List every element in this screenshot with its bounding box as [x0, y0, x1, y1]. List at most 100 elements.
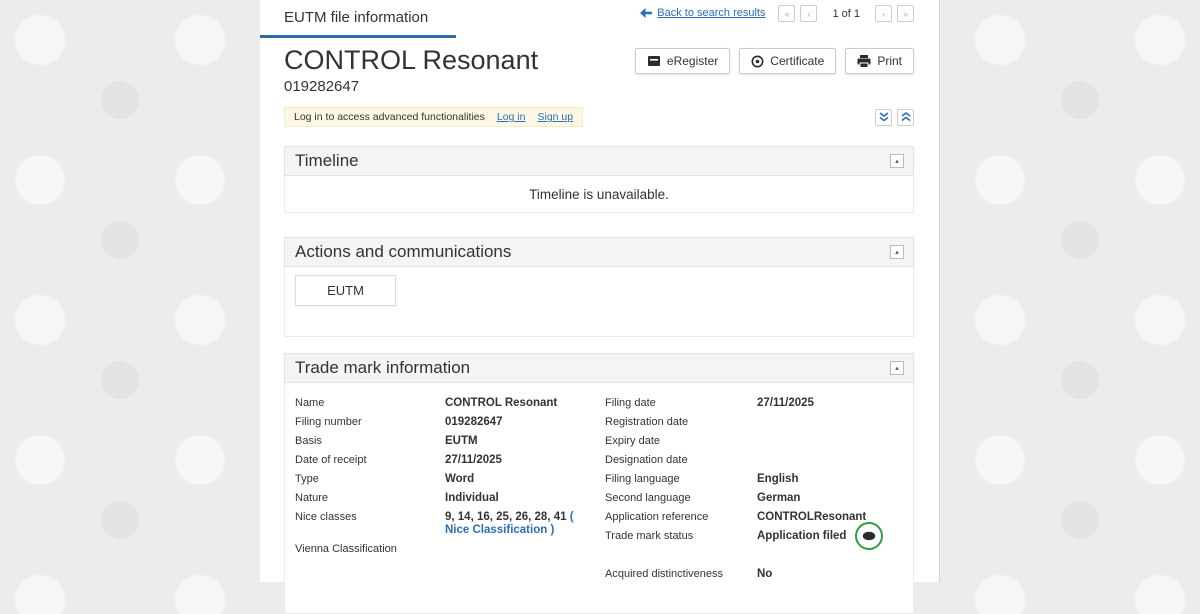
expand-all-button[interactable] [897, 108, 914, 126]
info-label: Filing date [605, 397, 656, 409]
next-page-icon: › [882, 8, 885, 19]
info-label: Basis [295, 435, 322, 447]
last-page-button[interactable]: » [897, 5, 914, 22]
info-row: Registration date [605, 416, 903, 429]
title-row: CONTROL Resonant 019282647 eRegister Cer… [260, 38, 939, 95]
info-row: Vienna Classification [295, 543, 599, 556]
back-to-search-link[interactable]: Back to search results [640, 7, 765, 19]
info-label: Filing language [605, 473, 680, 485]
info-label: Registration date [605, 416, 689, 428]
eregister-icon [647, 56, 660, 66]
print-icon [857, 54, 871, 68]
info-row: Acquired distinctiveness No [605, 568, 903, 581]
double-chevron-up-icon [901, 112, 910, 122]
info-value: Individual [445, 492, 499, 504]
info-row: Nice classes 9, 14, 16, 25, 26, 28, 41 (… [295, 511, 599, 537]
tab-eutm-file-information[interactable]: EUTM file information [260, 0, 456, 38]
info-label: Expiry date [605, 435, 661, 447]
print-button[interactable]: Print [845, 48, 914, 74]
info-row: Date of receipt 27/11/2025 [295, 454, 599, 467]
eregister-button[interactable]: eRegister [634, 48, 731, 74]
trademark-left-column: Name CONTROL Resonant Filing number 0192… [295, 397, 605, 587]
eutm-tab-button[interactable]: EUTM [295, 275, 396, 306]
info-value: Word [445, 473, 475, 485]
info-value: 27/11/2025 [445, 454, 502, 466]
next-page-button[interactable]: › [875, 5, 892, 22]
info-row: Filing language English [605, 473, 903, 486]
trademark-body: Name CONTROL Resonant Filing number 0192… [284, 383, 914, 614]
top-actions: Back to search results « ‹ 1 of 1 › » [456, 0, 939, 38]
info-row: Filing number 019282647 [295, 416, 599, 429]
actions-section: Actions and communications ▴ EUTM [284, 237, 914, 337]
info-row: Trade mark status Application filed [605, 522, 903, 550]
info-value: CONTROLResonant [757, 511, 867, 523]
header-buttons: eRegister Certificate Print [634, 48, 914, 74]
certificate-icon [751, 55, 764, 67]
info-row: Filing date 27/11/2025 [605, 397, 903, 410]
info-value: 019282647 [445, 416, 503, 428]
info-row [605, 549, 903, 562]
signup-link[interactable]: Sign up [537, 111, 573, 123]
timeline-collapse-button[interactable]: ▴ [890, 154, 904, 168]
actions-section-title: Actions and communications [295, 242, 512, 261]
collapse-icon: ▴ [895, 157, 899, 165]
page-title: CONTROL Resonant [284, 45, 539, 75]
info-value: Application filed [757, 522, 903, 550]
double-chevron-down-icon [879, 112, 888, 122]
info-row: Expiry date [605, 435, 903, 448]
actions-section-header: Actions and communications ▴ [284, 237, 914, 267]
info-row: Type Word [295, 473, 599, 486]
info-label: Acquired distinctiveness [605, 568, 724, 581]
top-bar: EUTM file information Back to search res… [260, 0, 939, 38]
title-block: CONTROL Resonant 019282647 [284, 44, 538, 95]
actions-collapse-button[interactable]: ▴ [890, 245, 904, 259]
info-value: 27/11/2025 [757, 397, 814, 409]
back-arrow-icon [640, 8, 653, 18]
info-value: 9, 14, 16, 25, 26, 28, 41 ( Nice Classif… [445, 511, 574, 536]
collapse-icon: ▴ [895, 364, 899, 372]
info-value: EUTM [445, 435, 478, 447]
info-value: German [757, 492, 801, 504]
page-indicator: 1 of 1 [832, 8, 860, 20]
certificate-label: Certificate [770, 54, 825, 68]
last-page-icon: » [902, 8, 908, 19]
info-value: No [757, 568, 773, 581]
trademark-section-title: Trade mark information [295, 358, 471, 377]
login-notice-bar: Log in to access advanced functionalitie… [284, 107, 584, 127]
print-label: Print [877, 54, 902, 68]
eregister-label: eRegister [666, 54, 719, 68]
prev-page-button[interactable]: ‹ [800, 5, 818, 22]
trademark-section: Trade mark information ▴ Name CONTROL Re… [284, 353, 914, 614]
trademark-section-header: Trade mark information ▴ [284, 353, 914, 383]
eutm-tab-label: EUTM [327, 283, 364, 298]
timeline-section-header: Timeline ▴ [284, 146, 914, 176]
first-page-icon: « [784, 8, 790, 19]
info-label: Nice classes [295, 511, 357, 523]
trademark-collapse-button[interactable]: ▴ [890, 361, 904, 375]
actions-body: EUTM [284, 267, 914, 337]
certificate-button[interactable]: Certificate [739, 48, 837, 74]
info-label: Second language [605, 492, 691, 504]
collapse-all-button[interactable] [875, 108, 892, 126]
info-label: Designation date [605, 454, 688, 466]
login-row: Log in to access advanced functionalitie… [260, 95, 939, 127]
collapse-icon: ▴ [895, 248, 899, 256]
info-row: Application reference CONTROLResonant [605, 511, 903, 524]
info-row: Designation date [605, 454, 903, 467]
login-link[interactable]: Log in [497, 111, 526, 123]
info-label: Type [295, 473, 319, 485]
nice-classification-link[interactable]: ( Nice Classification ) [445, 511, 574, 536]
sections-container: Timeline ▴ Timeline is unavailable. Acti… [260, 146, 939, 614]
tab-label: EUTM file information [284, 9, 429, 26]
info-row: Nature Individual [295, 492, 599, 505]
info-label: Vienna Classification [295, 543, 397, 555]
info-label: Trade mark status [605, 530, 694, 542]
first-page-button[interactable]: « [778, 5, 796, 22]
timeline-section: Timeline ▴ Timeline is unavailable. [284, 146, 914, 213]
info-label: Name [295, 397, 325, 409]
info-value: CONTROL Resonant [445, 397, 558, 409]
timeline-section-title: Timeline [295, 151, 359, 170]
main-content-panel: EUTM file information Back to search res… [260, 0, 940, 614]
timeline-empty-message: Timeline is unavailable. [529, 186, 669, 202]
back-link-label: Back to search results [657, 7, 766, 19]
